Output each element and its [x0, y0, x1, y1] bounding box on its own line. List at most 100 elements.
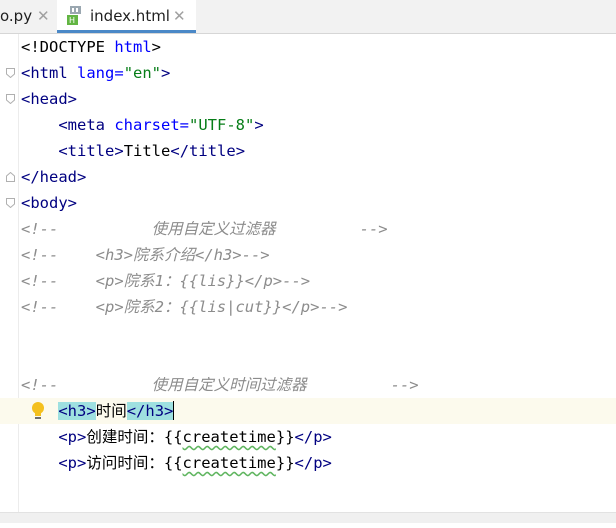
code-token: body: [30, 194, 68, 212]
code-token: >: [161, 64, 171, 82]
close-icon[interactable]: ✕: [173, 7, 186, 25]
comment-token: <!--: [21, 272, 59, 290]
code-line[interactable]: <p>访问时间：{{createtime}}</p>: [0, 450, 616, 476]
code-token: >: [235, 142, 246, 160]
code-token: >: [77, 454, 87, 472]
code-token: >: [86, 402, 96, 420]
code-token: </: [21, 168, 40, 186]
code-token: title: [189, 142, 236, 160]
code-token: >: [67, 90, 78, 108]
code-token: html: [30, 64, 68, 82]
fold-marker-icon[interactable]: [6, 94, 15, 104]
code-token: createtime: [182, 428, 276, 446]
code-token: <: [21, 90, 31, 108]
code-token: <: [21, 454, 68, 472]
code-line[interactable]: </head>: [0, 164, 616, 190]
code-token: h3: [145, 402, 165, 420]
code-token: </: [294, 428, 314, 446]
code-token: >: [322, 454, 332, 472]
comment-token: <h3>院系介绍</h3>-->: [58, 246, 270, 264]
code-line-empty[interactable]: [0, 320, 616, 346]
code-token: <: [21, 64, 31, 82]
code-token: }}: [275, 428, 295, 446]
fold-marker-icon[interactable]: [6, 172, 15, 182]
code-token: h3: [67, 402, 87, 420]
code-token: html: [114, 38, 152, 56]
code-token: <: [21, 428, 68, 446]
code-token: >: [67, 194, 78, 212]
code-token: </: [126, 402, 146, 420]
comment-token: <!--: [21, 298, 59, 316]
code-line[interactable]: <!-- <h3>院系介绍</h3>-->: [0, 242, 616, 268]
tab-index-html[interactable]: H index.html ✕: [57, 0, 196, 33]
code-token: <: [21, 142, 68, 160]
code-line-empty[interactable]: [0, 346, 616, 372]
code-token: >: [114, 142, 124, 160]
code-token: =: [179, 116, 190, 134]
fold-marker-icon[interactable]: [6, 68, 15, 78]
code-line[interactable]: <!DOCTYPE html>: [0, 34, 616, 60]
code-token: >: [151, 38, 161, 56]
code-token: }}: [275, 454, 295, 472]
code-line[interactable]: <!-- 使用自定义过滤器 -->: [0, 216, 616, 242]
code-line[interactable]: <html lang="en">: [0, 60, 616, 86]
code-token: =: [114, 64, 124, 82]
text-caret: [173, 401, 175, 420]
code-line[interactable]: <head>: [0, 86, 616, 112]
code-line-current[interactable]: <h3>时间</h3>: [0, 398, 616, 424]
code-token: "UTF-8": [189, 116, 255, 134]
horizontal-scrollbar[interactable]: [0, 512, 616, 523]
code-line[interactable]: <title>Title</title>: [0, 138, 616, 164]
code-token: title: [67, 142, 115, 160]
code-editor[interactable]: <!DOCTYPE html> <html lang="en"> <head> …: [0, 34, 616, 512]
code-token: 时间: [95, 402, 127, 420]
tab-label: o.py: [0, 7, 33, 25]
comment-token: <!--: [21, 246, 59, 264]
code-token: </: [170, 142, 190, 160]
code-token: head: [39, 168, 77, 186]
fold-marker-icon[interactable]: [6, 198, 15, 208]
code-line[interactable]: <body>: [0, 190, 616, 216]
code-token: p: [313, 454, 323, 472]
code-token: "en": [123, 64, 162, 82]
html-file-icon: H: [67, 6, 81, 25]
code-token: charset: [114, 116, 180, 134]
editor-tab-bar: o.py ✕ H index.html ✕: [0, 0, 616, 34]
code-token: <: [21, 116, 68, 134]
code-token: >: [322, 428, 332, 446]
code-token: p: [313, 428, 323, 446]
code-token: Title: [123, 142, 171, 160]
comment-token: <p>院系1：{{lis}}</p>-->: [58, 272, 311, 290]
tab-label: index.html: [90, 7, 170, 25]
comment-token: <p>院系2：{{lis|cut}}</p>-->: [58, 298, 348, 316]
code-token: lang: [77, 64, 115, 82]
close-icon[interactable]: ✕: [37, 7, 50, 25]
code-token: >: [77, 168, 87, 186]
comment-token: 使用自定义过滤器 -->: [58, 220, 388, 238]
code-line[interactable]: <!-- <p>院系2：{{lis|cut}}</p>-->: [0, 294, 616, 320]
code-token: <: [21, 194, 31, 212]
code-token: >: [254, 116, 264, 134]
code-token: 创建时间：{{: [86, 428, 183, 446]
comment-token: 使用自定义时间过滤器 -->: [58, 376, 419, 394]
code-line[interactable]: <!-- 使用自定义时间过滤器 -->: [0, 372, 616, 398]
code-line[interactable]: <p>创建时间：{{createtime}}</p>: [0, 424, 616, 450]
comment-token: <!--: [21, 376, 59, 394]
code-token: <!DOCTYPE: [21, 38, 115, 56]
svg-text:H: H: [69, 16, 75, 25]
code-token: >: [164, 402, 174, 420]
code-token: meta: [67, 116, 105, 134]
code-token: head: [30, 90, 68, 108]
code-token: createtime: [182, 454, 276, 472]
code-token: p: [67, 428, 78, 446]
code-token: p: [67, 454, 78, 472]
code-token: </: [294, 454, 314, 472]
code-line[interactable]: <meta charset="UTF-8">: [0, 112, 616, 138]
code-line[interactable]: <!-- <p>院系1：{{lis}}</p>-->: [0, 268, 616, 294]
tab-o-py[interactable]: o.py ✕: [0, 0, 56, 33]
code-token: 访问时间：{{: [86, 454, 183, 472]
code-token: >: [77, 428, 87, 446]
